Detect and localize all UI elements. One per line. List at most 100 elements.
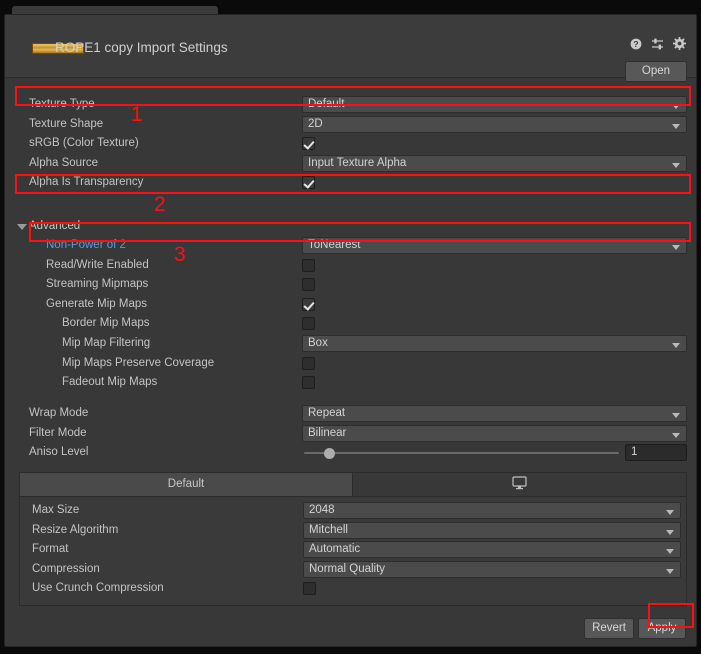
mip-map-filtering-dropdown[interactable]: Box [302, 334, 687, 352]
chevron-down-icon [666, 510, 674, 515]
fadeout-mip-maps-checkbox[interactable] [302, 376, 315, 390]
chevron-down-icon [672, 413, 680, 418]
revert-button[interactable]: Revert [584, 618, 634, 639]
open-button[interactable]: Open [625, 61, 687, 82]
texture-shape-label: Texture Shape [29, 117, 104, 130]
aniso-value-field[interactable]: 1 [625, 444, 687, 461]
alpha-source-label: Alpha Source [29, 156, 99, 169]
chevron-down-icon [17, 224, 27, 230]
format-dropdown-box[interactable]: Automatic [303, 541, 681, 559]
property-row: Max Size 2048 [20, 501, 686, 521]
aniso-level-control[interactable]: 1 [302, 444, 687, 461]
srgb-color-texture-label: sRGB (Color Texture) [29, 137, 139, 150]
resize-algorithm-value: Mitchell [309, 523, 348, 536]
platform-tab-bar: Default [20, 473, 686, 497]
mip-maps-preserve-coverage-checkbox[interactable] [302, 356, 315, 370]
property-row: Filter Mode Bilinear [5, 424, 696, 444]
max-size-value: 2048 [309, 504, 335, 516]
read-write-enabled-checkbox[interactable] [302, 258, 315, 272]
texture-shape-dropdown-box[interactable]: 2D [302, 115, 687, 133]
main-properties-list: Texture Type Default Texture Shape 2D sRGB (… [5, 95, 696, 193]
streaming-mipmaps-label: Streaming Mipmaps [46, 278, 149, 291]
preset-icon[interactable] [651, 38, 664, 50]
wrap-mode-dropdown[interactable]: Repeat [302, 405, 687, 422]
advanced-foldout-label: Advanced [29, 220, 81, 232]
filter-mode-dropdown-box[interactable]: Bilinear [302, 424, 687, 442]
resize-algorithm-dropdown-box[interactable]: Mitchell [303, 521, 681, 539]
non-power-of-2-dropdown-box[interactable]: ToNearest [302, 237, 687, 254]
property-row: Non-Power of 2 ToNearest [5, 236, 696, 256]
apply-button[interactable]: Apply [638, 618, 686, 639]
fadeout-mip-maps-checkbox-wrap [302, 374, 687, 390]
advanced-properties-list: Non-Power of 2 ToNearest Read/Write Enable… [5, 236, 696, 393]
compression-dropdown-box[interactable]: Normal Quality [303, 560, 681, 578]
panel-header: ROPE1 copy Import Settings ? Open [5, 15, 696, 82]
texture-type-value: Default [308, 98, 345, 110]
property-row: Border Mip Maps [5, 314, 696, 334]
texture-type-label: Texture Type [29, 98, 95, 110]
advanced-foldout[interactable]: Advanced [5, 217, 696, 237]
texture-type-dropdown[interactable]: Default [302, 96, 687, 113]
property-row: Resize Algorithm Mitchell [20, 521, 686, 541]
generate-mip-maps-checkbox[interactable] [302, 297, 315, 311]
property-row: Generate Mip Maps [5, 295, 696, 315]
alpha-is-transparency-label: Alpha Is Transparency [29, 176, 144, 189]
tab-default[interactable]: Default [20, 473, 353, 496]
alpha-is-transparency-checkbox-wrap [302, 174, 687, 190]
property-row: Format Automatic [20, 540, 686, 560]
non-power-of-2-dropdown[interactable]: ToNearest [302, 237, 687, 254]
texture-shape-dropdown[interactable]: 2D [302, 115, 687, 133]
alpha-source-dropdown[interactable]: Input Texture Alpha [302, 154, 687, 172]
filter-mode-label: Filter Mode [29, 426, 87, 439]
mip-map-filtering-dropdown-box[interactable]: Box [302, 334, 687, 352]
compression-dropdown[interactable]: Normal Quality [303, 560, 681, 578]
srgb-color-texture-checkbox[interactable] [302, 137, 315, 151]
property-row: Streaming Mipmaps [5, 275, 696, 295]
platform-settings-box: Default Max Size 2048 Resize Algorithm Mitc… [19, 472, 687, 606]
alpha-source-value: Input Texture Alpha [308, 156, 407, 169]
property-row: Compression Normal Quality [20, 560, 686, 580]
property-row: Read/Write Enabled [5, 256, 696, 276]
aniso-slider-handle[interactable] [323, 448, 335, 459]
max-size-dropdown[interactable]: 2048 [303, 502, 681, 519]
import-settings-panel: ROPE1 copy Import Settings ? Open Textur… [4, 14, 697, 647]
resize-algorithm-dropdown[interactable]: Mitchell [303, 521, 681, 539]
chevron-down-icon [666, 549, 674, 555]
use-crunch-compression-label: Use Crunch Compression [32, 582, 164, 595]
annotation-marker-1: 1 [131, 103, 143, 126]
wrap-mode-dropdown-box[interactable]: Repeat [302, 405, 687, 422]
max-size-dropdown-box[interactable]: 2048 [303, 502, 681, 519]
svg-text:?: ? [633, 39, 638, 49]
property-row: Texture Shape 2D [5, 115, 696, 135]
read-write-enabled-label: Read/Write Enabled [46, 258, 149, 271]
use-crunch-compression-checkbox[interactable] [303, 582, 316, 596]
property-row: Alpha Source Input Texture Alpha [5, 154, 696, 174]
compression-value: Normal Quality [309, 562, 386, 575]
help-icon[interactable]: ? [630, 38, 642, 50]
non-power-of-2-label: Non-Power of 2 [46, 239, 126, 251]
max-size-label: Max Size [32, 504, 80, 516]
border-mip-maps-checkbox-wrap [302, 315, 687, 331]
read-write-enabled-checkbox-wrap [302, 257, 687, 272]
generate-mip-maps-label: Generate Mip Maps [46, 297, 147, 310]
texture-shape-value: 2D [308, 117, 323, 130]
tab-standalone[interactable] [353, 473, 686, 496]
chevron-down-icon [672, 342, 680, 348]
wrap-mode-value: Repeat [308, 407, 346, 419]
mip-map-filtering-label: Mip Map Filtering [62, 336, 151, 349]
border-mip-maps-checkbox[interactable] [302, 317, 315, 331]
chevron-down-icon [666, 529, 674, 535]
aniso-slider-track[interactable] [304, 452, 619, 454]
border-mip-maps-label: Border Mip Maps [62, 317, 150, 330]
texture-type-dropdown-box[interactable]: Default [302, 96, 687, 113]
resize-algorithm-label: Resize Algorithm [32, 523, 119, 536]
streaming-mipmaps-checkbox[interactable] [302, 278, 315, 292]
gear-icon[interactable] [673, 37, 686, 50]
annotation-marker-3: 3 [174, 243, 186, 266]
filter-mode-dropdown[interactable]: Bilinear [302, 424, 687, 442]
chevron-down-icon [672, 432, 680, 438]
alpha-source-dropdown-box[interactable]: Input Texture Alpha [302, 154, 687, 172]
srgb-color-texture-checkbox-wrap [302, 135, 687, 151]
format-dropdown[interactable]: Automatic [303, 541, 681, 559]
alpha-is-transparency-checkbox[interactable] [302, 176, 315, 190]
